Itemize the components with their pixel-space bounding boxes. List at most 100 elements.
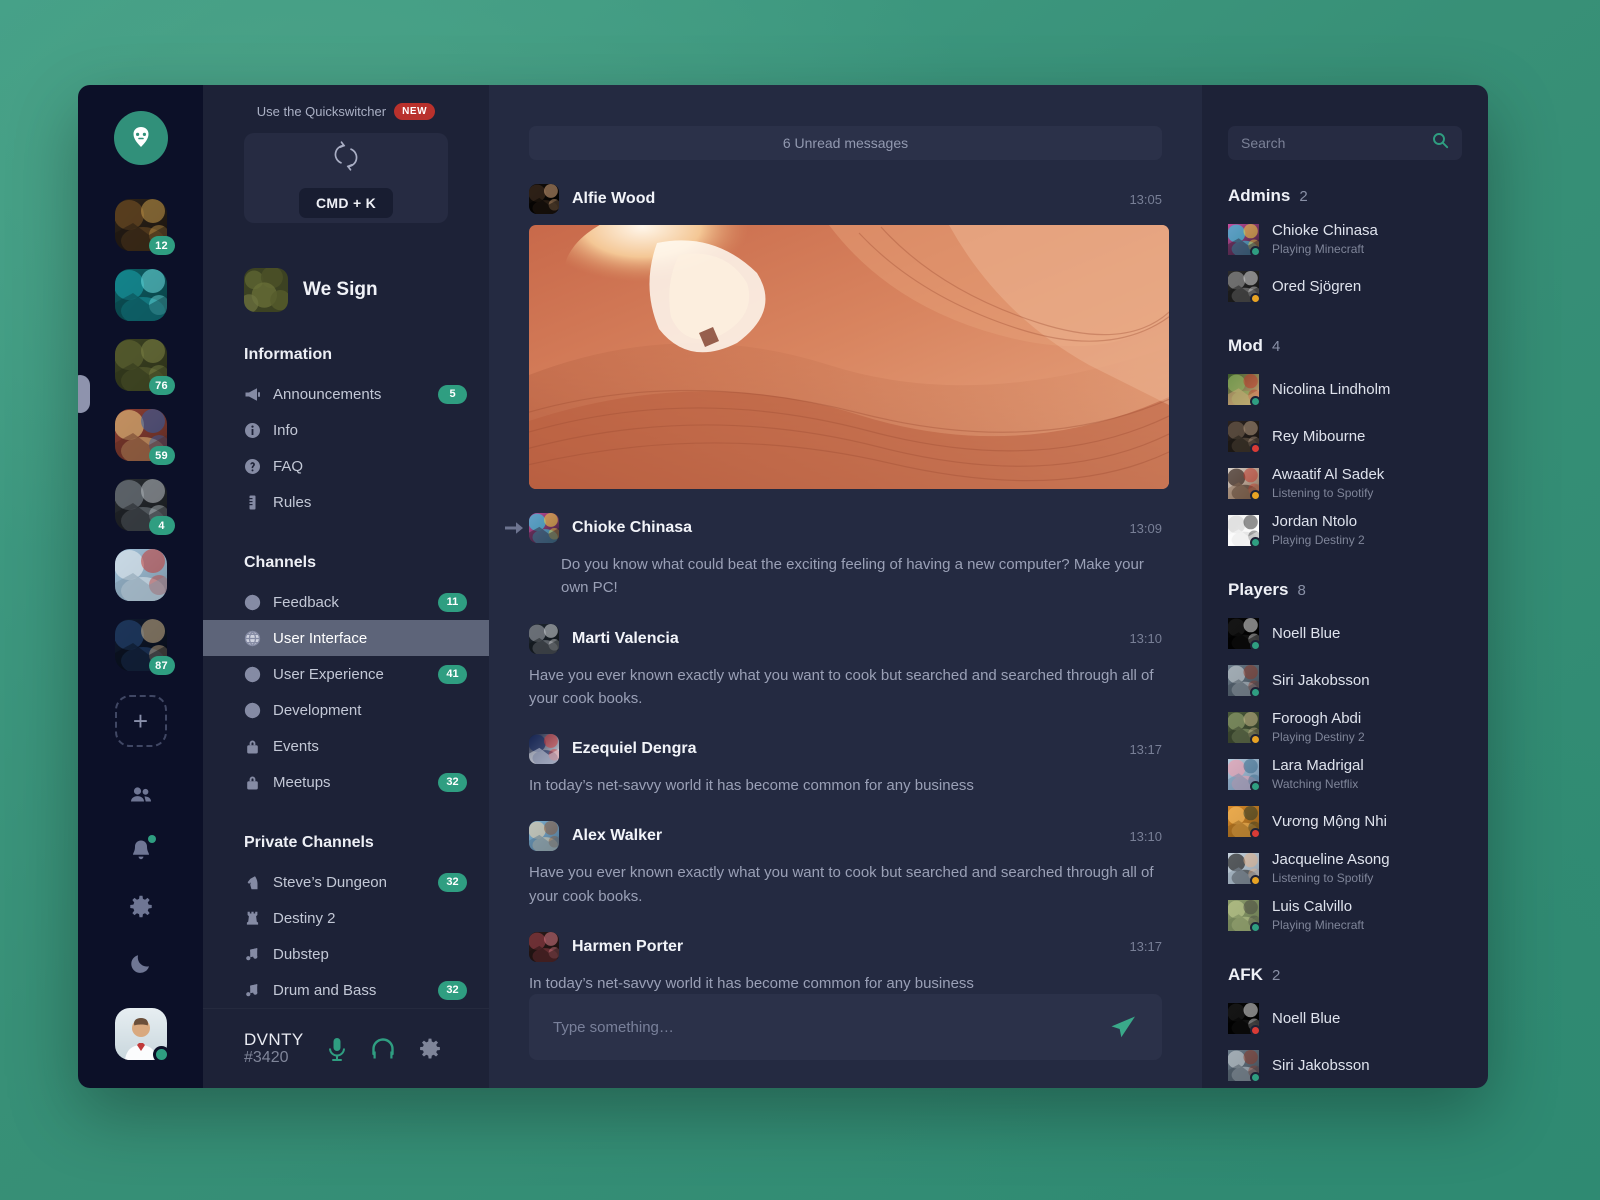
message: Alex Walker 13:10 Have you ever known exac… <box>529 821 1162 908</box>
member-row[interactable]: Ored Sjögren <box>1227 263 1462 310</box>
status-badge-idle <box>1250 490 1261 501</box>
member-info: Lara Madrigal Watching Netflix <box>1272 757 1364 791</box>
channel-label: Destiny 2 <box>273 909 336 927</box>
avatar-chioke[interactable] <box>529 513 559 543</box>
message-timestamp: 13:17 <box>1129 939 1162 955</box>
user-identity[interactable]: DVNTY #3420 <box>244 1030 304 1068</box>
member-row[interactable]: Luis Calvillo Playing Minecraft <box>1227 892 1462 939</box>
unread-badge: 5 <box>438 384 467 404</box>
goat-logo-icon[interactable] <box>113 111 168 165</box>
server-item[interactable] <box>114 269 167 321</box>
channel-item-drum-and-bass[interactable]: Drum and Bass 32 <box>203 972 489 1008</box>
member-row[interactable]: Foroogh Abdi Playing Destiny 2 <box>1227 704 1462 751</box>
gear-icon[interactable] <box>418 1037 442 1061</box>
member-row[interactable]: Jordan Ntolo Playing Destiny 2 <box>1227 507 1462 554</box>
member-group-title: AFK <box>1228 965 1263 984</box>
notifications-icon[interactable] <box>115 829 167 873</box>
member-row[interactable]: Awaatif Al Sadek Listening to Spotify <box>1227 460 1462 507</box>
message-timestamp: 13:17 <box>1129 741 1162 757</box>
channel-item-events[interactable]: Events <box>203 728 489 764</box>
status-badge-online <box>152 1046 170 1063</box>
member-info: Awaatif Al Sadek Listening to Spotify <box>1272 466 1384 500</box>
member-row[interactable]: Siri Jakobsson <box>1227 657 1462 704</box>
settings-icon[interactable] <box>115 885 167 929</box>
channel-item-development[interactable]: Development <box>203 692 489 728</box>
channel-item-user-interface[interactable]: User Interface <box>203 620 489 657</box>
member-group-header: Mod 4 <box>1228 336 1462 356</box>
friends-icon[interactable] <box>115 773 167 817</box>
status-badge-idle <box>1250 875 1261 886</box>
server-item[interactable]: 4 <box>114 479 175 535</box>
member-row[interactable]: Nicolina Lindholm <box>1227 366 1462 413</box>
channel-item-faq[interactable]: FAQ <box>203 448 489 484</box>
quickswitcher-card[interactable]: CMD + K <box>244 133 448 224</box>
channel-item-user-experience[interactable]: User Experience 41 <box>203 656 489 692</box>
server-header[interactable]: We Sign <box>203 268 489 313</box>
ruler-icon <box>244 494 261 511</box>
unread-badge: 87 <box>148 656 175 675</box>
message: Marti Valencia 13:10 Have you ever known e… <box>529 623 1162 711</box>
server-item[interactable]: 87 <box>114 619 175 675</box>
search-input[interactable] <box>1241 135 1432 151</box>
member-name: Vương Mộng Nhi <box>1272 812 1387 830</box>
avatar-harmen[interactable] <box>529 931 559 962</box>
server-item[interactable]: 59 <box>114 409 175 465</box>
server-item[interactable]: 12 <box>114 199 175 255</box>
member-name: Awaatif Al Sadek <box>1272 466 1385 484</box>
quickswitcher-shortcut: CMD + K <box>298 187 394 218</box>
avatar-ezequiel[interactable] <box>529 734 559 764</box>
avatar-alex[interactable] <box>529 821 559 852</box>
status-badge-dnd <box>1250 828 1261 839</box>
member-row[interactable]: Lara Madrigal Watching Netflix <box>1227 751 1462 798</box>
microphone-icon[interactable] <box>326 1036 348 1062</box>
channel-item-feedback[interactable]: Feedback 11 <box>203 584 489 620</box>
message: Alfie Wood 13:05 <box>529 184 1169 489</box>
channel-item-meetups[interactable]: Meetups 32 <box>203 764 489 800</box>
channel-item-steve-s-dungeon[interactable]: Steve’s Dungeon 32 <box>203 864 489 900</box>
avatar-marti[interactable] <box>529 623 559 654</box>
unread-badge: 11 <box>438 592 467 612</box>
send-paper-plane-icon[interactable] <box>1108 1014 1138 1040</box>
member-info: Luis Calvillo Playing Minecraft <box>1272 898 1364 932</box>
member-group-count: 4 <box>1271 338 1281 355</box>
server-item[interactable]: 76 <box>114 339 175 395</box>
channel-item-announcements[interactable]: Announcements 5 <box>203 376 489 412</box>
channel-item-destiny-2[interactable]: Destiny 2 <box>203 900 489 936</box>
avatar-alfie[interactable] <box>529 184 559 214</box>
current-user-avatar[interactable] <box>114 1008 170 1063</box>
search-icon[interactable] <box>1432 132 1449 154</box>
channel-section-title: Information <box>244 346 332 364</box>
avatar <box>1227 712 1261 746</box>
message-input[interactable] <box>553 1018 1108 1036</box>
unread-banner[interactable]: 6 Unread messages <box>529 126 1162 160</box>
member-row[interactable]: Noell Blue <box>1227 995 1462 1042</box>
antelope-canyon-photo[interactable] <box>529 225 1169 489</box>
member-name: Luis Calvillo <box>1272 898 1353 916</box>
member-row[interactable]: Rey Mibourne <box>1227 413 1462 460</box>
avatar <box>1227 515 1261 549</box>
member-row[interactable]: Chioke Chinasa Playing Minecraft <box>1227 216 1462 263</box>
add-server-button[interactable]: + <box>114 695 167 747</box>
member-row[interactable]: Noell Blue <box>1227 610 1462 657</box>
avatar <box>1227 271 1261 305</box>
server-item[interactable] <box>114 549 167 601</box>
message-author: Alex Walker <box>572 827 663 845</box>
message-list: Alfie Wood 13:05 Chioke Chinasa 13:09 Do… <box>489 160 1202 994</box>
member-row[interactable]: Jacqueline Asong Listening to Spotify <box>1227 845 1462 892</box>
channel-item-dubstep[interactable]: Dubstep <box>203 936 489 972</box>
unread-badge: 32 <box>438 872 467 892</box>
avatar <box>1227 1003 1261 1037</box>
headphones-icon[interactable] <box>370 1037 396 1061</box>
channel-item-info[interactable]: Info <box>203 412 489 448</box>
dark-mode-icon[interactable] <box>115 941 167 985</box>
avatar <box>1227 1050 1261 1084</box>
status-badge-online <box>1250 1072 1261 1083</box>
quickswitcher-hint-label: Use the Quickswitcher <box>256 104 387 119</box>
channel-item-rules[interactable]: Rules <box>203 484 489 520</box>
app-window: 12 76 59 4 87 + Use the Quickswitcher NE… <box>78 85 1488 1088</box>
channel-label: Meetups <box>273 773 331 791</box>
globe-icon <box>244 594 261 611</box>
member-row[interactable]: Vương Mộng Nhi <box>1227 798 1462 845</box>
member-row[interactable]: Siri Jakobsson <box>1227 1042 1462 1088</box>
member-info: Jordan Ntolo Playing Destiny 2 <box>1272 513 1365 547</box>
